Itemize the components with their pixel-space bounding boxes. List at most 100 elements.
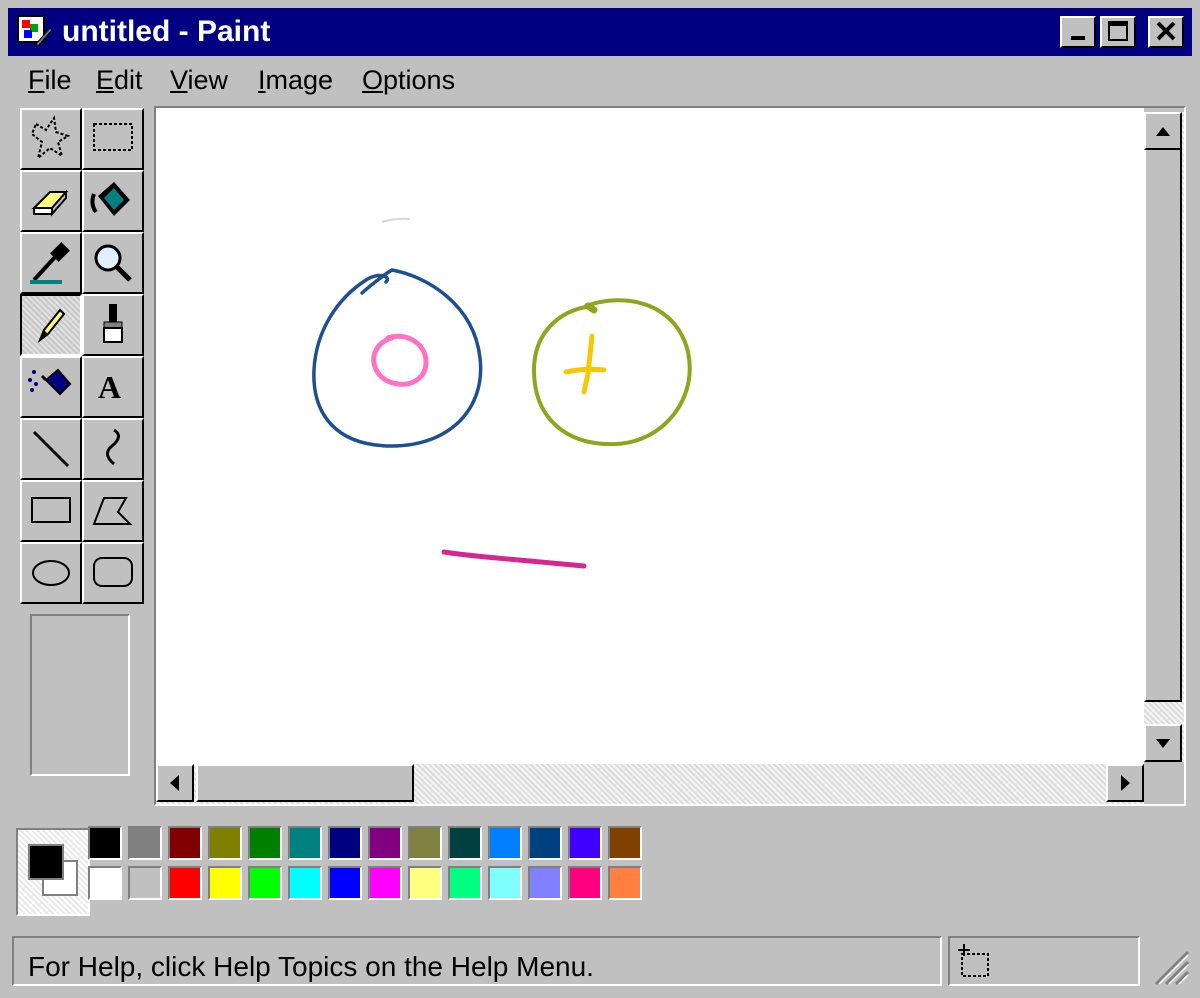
palette-swatch[interactable] [488, 826, 522, 860]
line-icon [32, 430, 70, 468]
palette-swatch[interactable] [528, 826, 562, 860]
status-bar: For Help, click Help Topics on the Help … [8, 934, 1192, 990]
drawn-pink-circle [371, 333, 429, 387]
toolbox: A [20, 108, 146, 608]
palette-swatch[interactable] [608, 866, 642, 900]
maximize-button[interactable] [1100, 16, 1136, 48]
tool-brush[interactable] [82, 294, 144, 356]
color-box [8, 814, 1192, 924]
menu-edit[interactable]: Edit [92, 60, 147, 100]
drawn-yellow-cross-vertical [581, 333, 595, 395]
scroll-right-button[interactable] [1106, 764, 1144, 802]
tool-polygon[interactable] [82, 480, 144, 542]
tool-pencil[interactable] [20, 294, 82, 356]
foreground-color-swatch [28, 844, 64, 880]
scroll-up-button[interactable] [1144, 112, 1182, 150]
palette-swatch[interactable] [288, 826, 322, 860]
window-title: untitled - Paint [62, 15, 271, 48]
title-bar[interactable]: untitled - Paint [8, 8, 1192, 56]
tool-magnifier[interactable] [82, 232, 144, 294]
palette-swatch[interactable] [88, 826, 122, 860]
palette-swatch[interactable] [448, 826, 482, 860]
palette-swatch[interactable] [168, 866, 202, 900]
rounded-rectangle-icon [93, 557, 133, 587]
tool-pick-color[interactable] [20, 232, 82, 294]
minimize-icon [1071, 36, 1085, 40]
close-icon [1156, 21, 1176, 41]
palette-swatch[interactable] [568, 826, 602, 860]
palette-swatch[interactable] [248, 866, 282, 900]
palette-swatch[interactable] [328, 826, 362, 860]
paint-app-icon[interactable] [16, 14, 53, 50]
tool-ellipse[interactable] [20, 542, 82, 604]
tool-select[interactable] [82, 108, 144, 170]
select-icon [93, 123, 133, 151]
menu-bar: File Edit View Image Options [8, 60, 1192, 100]
drawn-magenta-line [441, 549, 587, 569]
scroll-down-button[interactable] [1144, 724, 1182, 762]
maximize-icon [1108, 21, 1128, 41]
tool-airbrush[interactable] [20, 356, 82, 418]
tool-fill-with-color[interactable] [82, 170, 144, 232]
brush-icon [103, 304, 123, 343]
drawing-canvas[interactable] [156, 108, 1144, 764]
palette-swatch[interactable] [408, 866, 442, 900]
arrow-right-icon [1121, 775, 1130, 791]
tool-options-box[interactable] [30, 614, 130, 776]
palette-swatch[interactable] [408, 826, 442, 860]
tool-free-form-select[interactable] [20, 108, 82, 170]
tool-curve[interactable] [82, 418, 144, 480]
curve-icon [106, 428, 120, 466]
palette-swatch[interactable] [128, 826, 162, 860]
pencil-icon [37, 308, 66, 343]
menu-file[interactable]: File [24, 60, 76, 100]
resize-grip-icon[interactable] [1146, 942, 1190, 986]
palette-swatch[interactable] [168, 826, 202, 860]
tool-eraser[interactable] [20, 170, 82, 232]
eraser-icon [31, 189, 69, 217]
selection-position-icon [958, 944, 989, 977]
palette-swatch[interactable] [208, 866, 242, 900]
menu-options[interactable]: Options [358, 60, 459, 100]
close-button[interactable] [1148, 16, 1184, 48]
tool-line[interactable] [20, 418, 82, 480]
tool-text[interactable]: A [82, 356, 144, 418]
free-form-select-icon [30, 115, 71, 161]
palette-swatch[interactable] [368, 866, 402, 900]
palette-swatch[interactable] [568, 866, 602, 900]
status-help-text: For Help, click Help Topics on the Help … [28, 951, 594, 982]
vertical-scroll-thumb[interactable] [1144, 148, 1182, 702]
palette-swatch[interactable] [88, 866, 122, 900]
scroll-left-button[interactable] [156, 764, 194, 802]
menu-image[interactable]: Image [254, 60, 337, 100]
horizontal-scroll-thumb[interactable] [196, 764, 414, 802]
palette-swatch[interactable] [488, 866, 522, 900]
palette-swatch[interactable] [368, 826, 402, 860]
rectangle-icon [31, 497, 71, 523]
fill-icon [90, 182, 130, 216]
menu-view[interactable]: View [166, 60, 232, 100]
horizontal-scrollbar[interactable] [156, 764, 1144, 804]
current-colors-indicator[interactable] [16, 828, 90, 916]
minimize-button[interactable] [1060, 16, 1096, 48]
palette-swatch[interactable] [288, 866, 322, 900]
paint-window: untitled - Paint File Edit View Image Op… [0, 0, 1200, 998]
vertical-scrollbar[interactable] [1144, 112, 1184, 762]
palette-swatch[interactable] [328, 866, 362, 900]
arrow-down-icon [1156, 739, 1170, 748]
arrow-up-icon [1156, 127, 1170, 136]
status-position-panel [948, 936, 1140, 986]
palette-swatch[interactable] [128, 866, 162, 900]
stray-mark [381, 217, 411, 223]
palette-swatch[interactable] [208, 826, 242, 860]
palette-swatch[interactable] [448, 866, 482, 900]
palette-swatch[interactable] [248, 826, 282, 860]
palette-swatch[interactable] [608, 826, 642, 860]
drawn-yellow-cross-horizontal [563, 366, 607, 375]
text-icon: A [98, 369, 121, 405]
tool-rectangle[interactable] [20, 480, 82, 542]
text-tool-glyph: A [98, 369, 121, 405]
tool-rounded-rectangle[interactable] [82, 542, 144, 604]
palette-swatch[interactable] [528, 866, 562, 900]
ellipse-icon [32, 560, 70, 586]
